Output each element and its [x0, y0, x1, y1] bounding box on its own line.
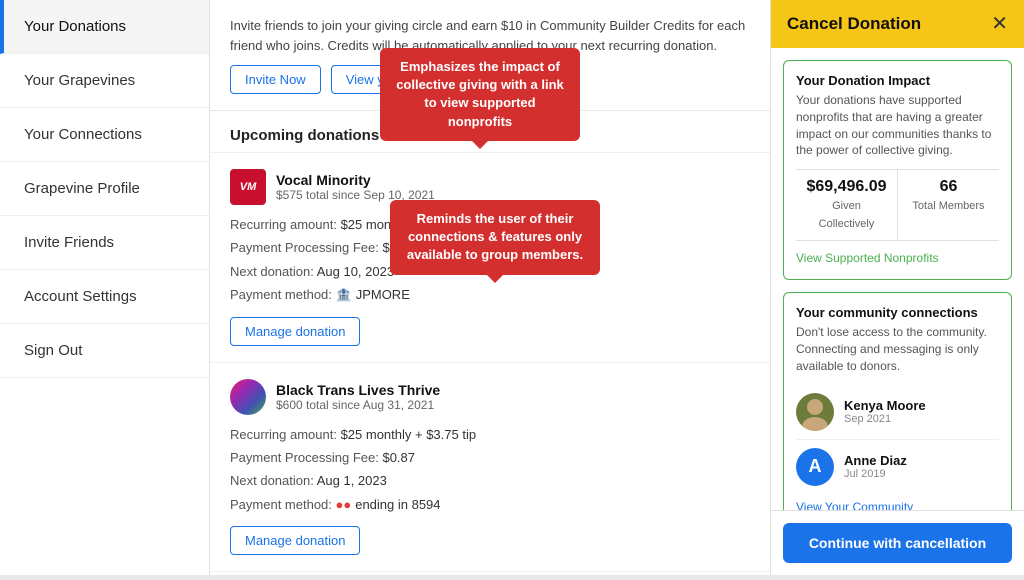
close-cancel-button[interactable]: ✕ [991, 14, 1008, 34]
anne-info: Anne Diaz Jul 2019 [844, 453, 907, 480]
sidebar-item-invite-friends[interactable]: Invite Friends [0, 216, 209, 270]
sidebar-item-your-grapevines[interactable]: Your Grapevines [0, 54, 209, 108]
tooltip2-text: Reminds the user of their connections & … [407, 211, 583, 262]
sidebar-label: Your Connections [24, 126, 142, 143]
given-value: $69,496.09 [804, 178, 889, 196]
sidebar: Your Donations Your Grapevines Your Conn… [0, 0, 210, 575]
payment-method: Payment method: 🏦JPMORE [230, 283, 750, 306]
tooltip-collective-giving: Emphasizes the impact of collective givi… [380, 48, 580, 141]
view-nonprofits-link[interactable]: View Supported Nonprofits [796, 251, 939, 265]
total-members-stat: 66 Total Members [898, 170, 999, 240]
sidebar-item-grapevine-profile[interactable]: Grapevine Profile [0, 162, 209, 216]
impact-desc: Your donations have supported nonprofits… [796, 92, 999, 159]
cancel-body: Your Donation Impact Your donations have… [771, 48, 1024, 510]
org-name-2: Black Trans Lives Thrive [276, 382, 440, 398]
org-name: Vocal Minority [276, 172, 435, 188]
cancel-title: Cancel Donation [787, 14, 921, 34]
stats-row: $69,496.09 Given Collectively 66 Total M… [796, 169, 999, 241]
member-row-anne: A Anne Diaz Jul 2019 [796, 440, 999, 494]
donation-header-2: Black Trans Lives Thrive $600 total sinc… [230, 379, 750, 415]
kenya-avatar [796, 393, 834, 431]
member-since-kenya: Sep 2021 [844, 413, 926, 425]
sidebar-label: Sign Out [24, 342, 82, 359]
cancel-donation-panel: Cancel Donation ✕ Your Donation Impact Y… [770, 0, 1024, 575]
recurring-amount-2: Recurring amount: $25 monthly + $3.75 ti… [230, 423, 750, 446]
anne-avatar: A [796, 448, 834, 486]
sidebar-label: Account Settings [24, 288, 137, 305]
donation-card-btlt: Black Trans Lives Thrive $600 total sinc… [210, 363, 770, 573]
next-donation-2: Next donation: Aug 1, 2023 [230, 469, 750, 492]
btlt-logo [230, 379, 266, 415]
members-label: Total Members [912, 200, 984, 212]
invite-now-button[interactable]: Invite Now [230, 65, 321, 94]
sidebar-label: Grapevine Profile [24, 180, 140, 197]
cancel-header: Cancel Donation ✕ [771, 0, 1024, 48]
tooltip1-text: Emphasizes the impact of collective givi… [396, 59, 564, 129]
kenya-info: Kenya Moore Sep 2021 [844, 398, 926, 425]
member-name-kenya: Kenya Moore [844, 398, 926, 413]
donation-since-2: $600 total since Aug 31, 2021 [276, 398, 440, 412]
impact-label: Your Donation Impact [796, 73, 999, 88]
manage-donation-button-1[interactable]: Manage donation [230, 317, 360, 346]
sidebar-item-sign-out[interactable]: Sign Out [0, 324, 209, 378]
tooltip-connections: Reminds the user of their connections & … [390, 200, 600, 275]
view-community-link[interactable]: View Your Community [796, 500, 999, 510]
sidebar-item-your-donations[interactable]: Your Donations [0, 0, 209, 54]
continue-cancellation-button[interactable]: Continue with cancellation [783, 523, 1012, 563]
sidebar-item-account-settings[interactable]: Account Settings [0, 270, 209, 324]
upcoming-title-text: Upcoming donations [230, 127, 379, 144]
donation-impact-section: Your Donation Impact Your donations have… [783, 60, 1012, 280]
vocal-minority-logo: VM [230, 169, 266, 205]
community-desc: Don't lose access to the community. Conn… [796, 324, 999, 374]
sidebar-label: Your Grapevines [24, 72, 135, 89]
members-value: 66 [906, 178, 991, 196]
community-section: Your community connections Don't lose ac… [783, 292, 1012, 510]
donation-details-2: Recurring amount: $25 monthly + $3.75 ti… [230, 423, 750, 517]
sidebar-item-your-connections[interactable]: Your Connections [0, 108, 209, 162]
cancel-footer: Continue with cancellation [771, 510, 1024, 575]
community-label: Your community connections [796, 305, 999, 320]
sidebar-label: Your Donations [24, 18, 126, 35]
member-since-anne: Jul 2019 [844, 468, 907, 480]
manage-donation-button-2[interactable]: Manage donation [230, 526, 360, 555]
sidebar-label: Invite Friends [24, 234, 114, 251]
payment-method-2: Payment method: ●●ending in 8594 [230, 493, 750, 516]
given-label: Given Collectively [819, 200, 875, 230]
member-row-kenya: Kenya Moore Sep 2021 [796, 385, 999, 440]
given-collectively-stat: $69,496.09 Given Collectively [796, 170, 898, 240]
member-name-anne: Anne Diaz [844, 453, 907, 468]
donation-org-info: Vocal Minority $575 total since Sep 10, … [276, 172, 435, 202]
donation-org-info-2: Black Trans Lives Thrive $600 total sinc… [276, 382, 440, 412]
processing-fee-2: Payment Processing Fee: $0.87 [230, 446, 750, 469]
